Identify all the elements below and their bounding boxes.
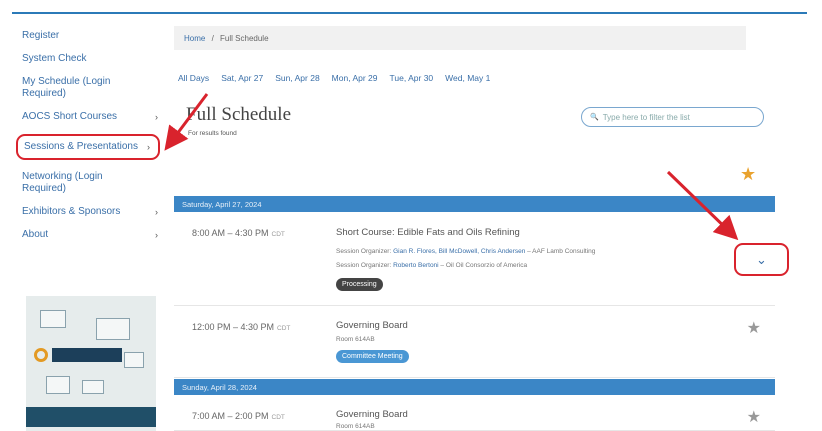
session-row[interactable]: 7:00 AM – 2:00 PM CDT Governing Board Roo… <box>174 395 775 431</box>
session-title[interactable]: Governing Board <box>336 320 408 331</box>
session-title[interactable]: Short Course: Edible Fats and Oils Refin… <box>336 227 520 238</box>
breadcrumb-home-link[interactable]: Home <box>184 34 205 43</box>
sidebar-item-about[interactable]: About › <box>22 229 162 241</box>
session-tag-processing[interactable]: Processing <box>336 278 383 291</box>
breadcrumb: Home / Full Schedule <box>174 26 746 50</box>
session-organizer: Session Organizer: Roberto Bertoni – Oil… <box>336 262 528 269</box>
day-tabs: All Days Sat, Apr 27 Sun, Apr 28 Mon, Ap… <box>178 73 490 83</box>
illustration-shape <box>82 380 104 394</box>
day-header-saturday: Saturday, April 27, 2024 <box>174 196 775 212</box>
tab-sat-apr-27[interactable]: Sat, Apr 27 <box>221 73 263 83</box>
tab-mon-apr-29[interactable]: Mon, Apr 29 <box>332 73 378 83</box>
sidebar-item-register[interactable]: Register <box>22 30 162 42</box>
session-time: 12:00 PM – 4:30 PM CDT <box>192 322 291 332</box>
favorites-star-icon[interactable]: ★ <box>740 164 756 185</box>
day-header-sunday: Sunday, April 28, 2024 <box>174 379 775 395</box>
page-title: Full Schedule <box>186 104 292 125</box>
sidebar-item-short-courses[interactable]: AOCS Short Courses › <box>22 111 162 123</box>
logo-ring-icon <box>34 348 48 362</box>
illustration-shape <box>40 310 66 328</box>
chevron-right-icon: › <box>155 207 158 217</box>
expand-chevron-down-icon[interactable]: ⌄ <box>734 243 789 276</box>
session-time: 8:00 AM – 4:30 PM CDT <box>192 228 285 238</box>
session-room: Room 614AB <box>336 336 375 343</box>
sidebar-item-system-check[interactable]: System Check <box>22 53 162 65</box>
search-icon: 🔍 <box>590 114 599 121</box>
breadcrumb-current: Full Schedule <box>220 34 269 43</box>
session-row[interactable]: 8:00 AM – 4:30 PM CDT Short Course: Edibl… <box>174 212 775 306</box>
sidebar: Register System Check My Schedule (Login… <box>16 30 162 252</box>
promo-footer-bar <box>26 407 156 427</box>
session-room: Room 614AB <box>336 423 375 430</box>
promo-banner[interactable] <box>26 296 156 431</box>
chevron-right-icon: › <box>155 112 158 122</box>
session-title[interactable]: Governing Board <box>336 409 408 420</box>
tab-tue-apr-30[interactable]: Tue, Apr 30 <box>390 73 434 83</box>
sidebar-item-sessions[interactable]: Sessions & Presentations › <box>16 134 160 160</box>
favorite-star-icon[interactable]: ★ <box>747 407 761 427</box>
promo-label <box>52 348 122 362</box>
results-count: For results found <box>188 130 237 137</box>
illustration-shape <box>46 376 70 394</box>
chevron-right-icon: › <box>155 230 158 240</box>
favorite-star-icon[interactable]: ★ <box>747 318 761 338</box>
search-placeholder: Type here to filter the list <box>602 112 690 122</box>
sidebar-item-networking[interactable]: Networking (Login Required) <box>22 171 162 195</box>
session-time: 7:00 AM – 2:00 PM CDT <box>192 411 285 421</box>
sidebar-item-my-schedule[interactable]: My Schedule (Login Required) <box>22 76 162 100</box>
tab-wed-may-1[interactable]: Wed, May 1 <box>445 73 490 83</box>
chevron-right-icon: › <box>147 142 150 152</box>
sidebar-item-exhibitors[interactable]: Exhibitors & Sponsors › <box>22 206 162 218</box>
tab-all-days[interactable]: All Days <box>178 73 209 83</box>
session-row[interactable]: 12:00 PM – 4:30 PM CDT Governing Board Ro… <box>174 306 775 378</box>
illustration-shape <box>96 318 130 340</box>
top-border <box>12 12 807 14</box>
tab-sun-apr-28[interactable]: Sun, Apr 28 <box>275 73 319 83</box>
session-organizer: Session Organizer: Gian R. Flores, Bill … <box>336 248 596 255</box>
filter-search-input[interactable]: 🔍 Type here to filter the list <box>581 107 764 127</box>
illustration-shape <box>124 352 144 368</box>
session-tag-committee-meeting[interactable]: Committee Meeting <box>336 350 409 363</box>
